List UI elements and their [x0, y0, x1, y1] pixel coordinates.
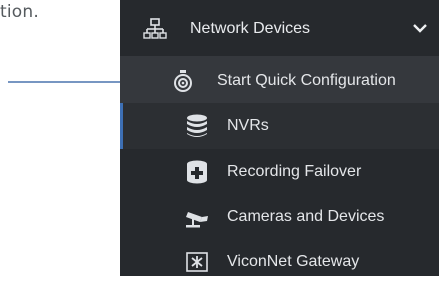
menu-item-viconnet-gateway[interactable]: ViconNet Gateway	[120, 239, 439, 284]
camera-icon	[184, 204, 210, 230]
menu-item-nvrs[interactable]: NVRs	[120, 103, 439, 149]
menu-item-start-quick-configuration[interactable]: Start Quick Configuration	[120, 56, 439, 106]
network-icon	[142, 16, 168, 42]
menu-item-label: Cameras and Devices	[227, 207, 385, 225]
menu-item-label: NVRs	[227, 117, 269, 134]
menu-item-recording-failover[interactable]: Recording Failover	[120, 149, 439, 194]
menu-item-label: ViconNet Gateway	[227, 252, 360, 270]
menu-header-label: Network Devices	[190, 19, 311, 37]
menu-item-label: Start Quick Configuration	[217, 72, 396, 89]
menu-header-network-devices[interactable]: Network Devices	[120, 6, 439, 51]
side-menu: Network Devices Start Quick Configuratio…	[120, 0, 439, 276]
menu-item-label: Recording Failover	[227, 162, 362, 180]
menu-item-cameras-and-devices[interactable]: Cameras and Devices	[120, 194, 439, 239]
database-icon	[184, 113, 210, 139]
gateway-icon	[184, 249, 210, 275]
failover-icon	[184, 159, 210, 185]
chevron-down-icon[interactable]	[409, 17, 431, 39]
active-indicator	[120, 103, 123, 149]
stopwatch-icon	[170, 68, 196, 94]
